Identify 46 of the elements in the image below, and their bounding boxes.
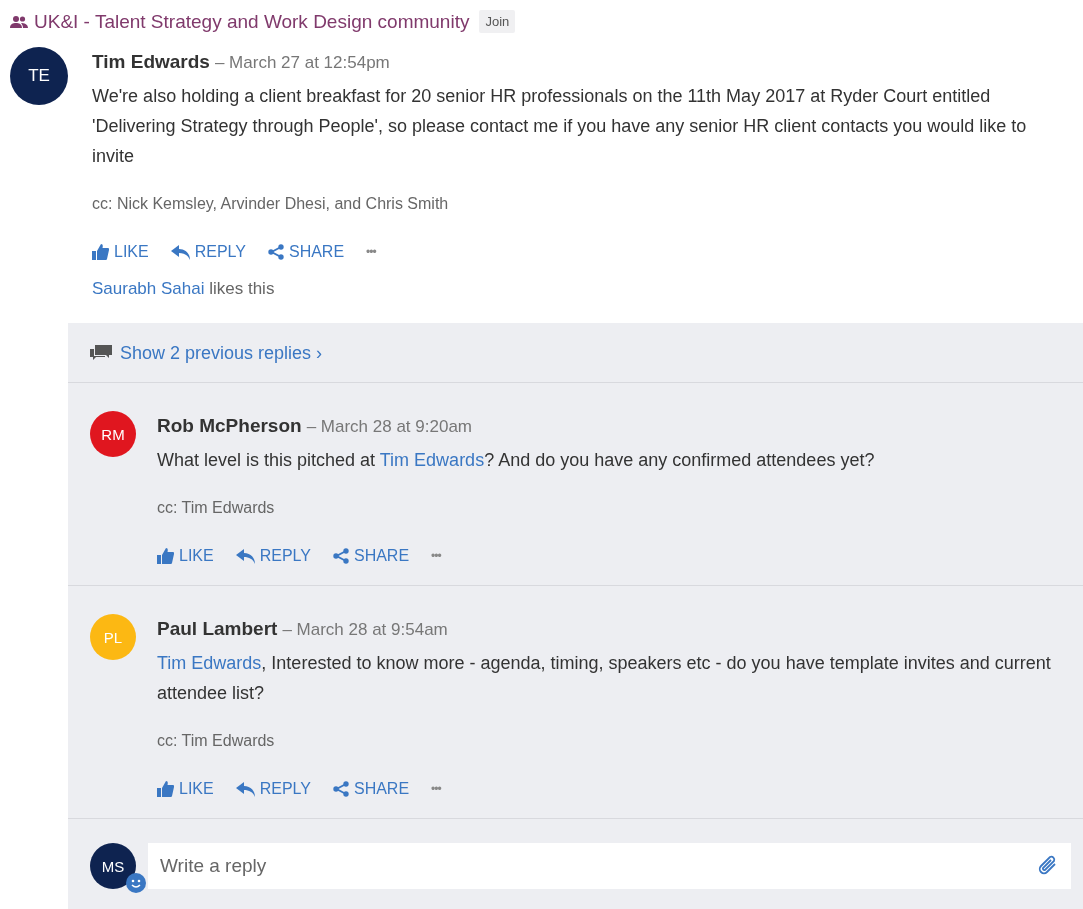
reply-button[interactable]: REPLY [235, 780, 311, 798]
likes-line: Saurabh Sahai likes this [92, 279, 276, 299]
cc-line: cc: Tim Edwards [157, 732, 276, 750]
more-button[interactable]: ••• [366, 245, 376, 259]
share-button[interactable]: SHARE [332, 547, 410, 565]
cc-line: cc: Tim Edwards [157, 499, 276, 517]
community-name[interactable]: UK&I - Talent Strategy and Work Design community [34, 10, 470, 33]
share-button[interactable]: SHARE [267, 243, 345, 261]
reply-icon [235, 548, 255, 564]
like-button[interactable]: LIKE [92, 243, 149, 261]
thumbs-up-icon [157, 781, 174, 797]
thumbs-up-icon [157, 548, 174, 564]
person-link[interactable]: Tim Edwards [157, 653, 262, 673]
post-text: We're also holding a client breakfast for 20 senior HR professionals on the 11th May 2017 at Ryder Court entitled 'Delivering Strategy through People', so please contact me if you have any senior HR client contacts you would like to invite [92, 85, 1028, 168]
share-icon [332, 781, 349, 797]
person-link[interactable]: Saurabh Sahai [92, 279, 205, 298]
reply-button[interactable]: REPLY [235, 547, 311, 565]
like-button[interactable]: LIKE [157, 780, 214, 798]
author-name[interactable]: Paul Lambert [157, 618, 278, 640]
join-button[interactable]: Join [479, 10, 516, 33]
person-link[interactable]: Tim Edwards [379, 450, 485, 470]
thumbs-up-icon [92, 244, 109, 260]
reply-text: What level is this pitched at Tim Edwards? And do you have any confirmed attendees yet? [157, 449, 876, 472]
cc-line: cc: Nick Kemsley, Arvinder Dhesi, and Chris Smith [92, 195, 450, 213]
like-button[interactable]: LIKE [157, 547, 214, 565]
post-time: – March 28 at 9:54am [282, 620, 448, 640]
comments-icon [90, 345, 112, 362]
show-previous-replies-link[interactable]: Show 2 previous replies › [68, 323, 1083, 383]
more-button[interactable]: ••• [431, 549, 441, 563]
reply-icon [235, 781, 255, 797]
share-icon [332, 548, 349, 564]
share-button[interactable]: SHARE [332, 780, 410, 798]
avatar[interactable]: TE [10, 47, 68, 105]
author-name[interactable]: Rob McPherson [157, 415, 302, 437]
more-button[interactable]: ••• [431, 782, 441, 796]
reply-button[interactable]: REPLY [170, 243, 246, 261]
reply-text: Tim Edwards, Interested to know more - agenda, timing, speakers etc - do you have template invites and current attendee list? [157, 652, 1052, 705]
group-icon [10, 15, 28, 28]
reply-icon [170, 244, 190, 260]
reply-field[interactable]: Write a reply [148, 843, 1071, 889]
avatar[interactable]: RM [90, 411, 136, 457]
author-name[interactable]: Tim Edwards [92, 51, 210, 73]
share-icon [267, 244, 284, 260]
smiley-icon [126, 873, 146, 893]
post-time: – March 27 at 12:54pm [214, 53, 390, 73]
post-time: – March 28 at 9:20am [306, 417, 473, 437]
